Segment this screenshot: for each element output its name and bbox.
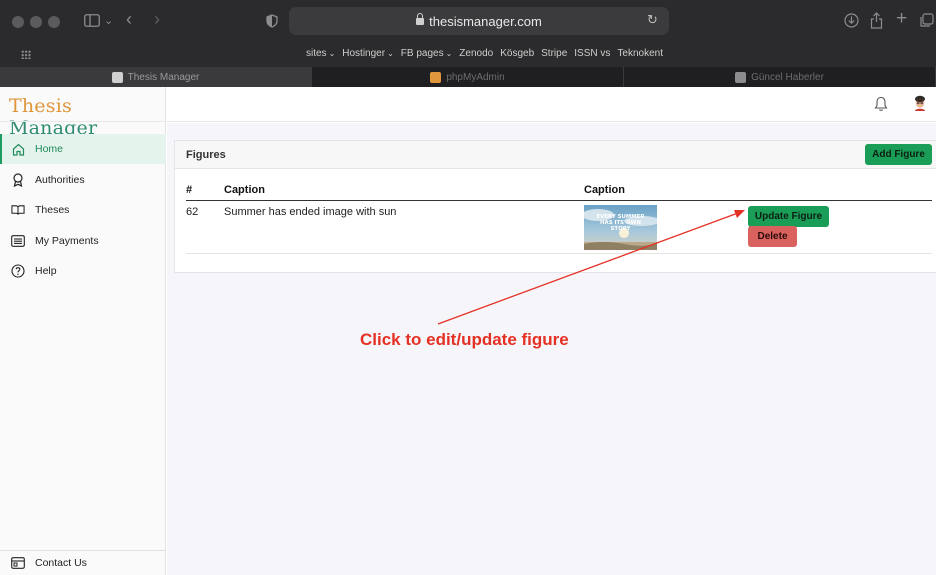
privacy-shield-icon[interactable] [266, 14, 278, 31]
reload-icon[interactable]: ↻ [647, 12, 658, 28]
column-header-image: Caption [584, 184, 625, 196]
address-bar[interactable]: thesismanager.com ↻ [289, 7, 669, 35]
figure-id: 62 [186, 206, 199, 218]
delete-figure-button[interactable]: Delete [748, 226, 797, 247]
chevron-down-icon: ⌄ [328, 49, 336, 58]
figure-thumbnail[interactable]: EVERY SUMMER HAS ITS OWN STORY [584, 205, 657, 250]
sidebar-item-my-payments[interactable]: My Payments [0, 226, 166, 256]
figures-card-header: Figures Add Figure [175, 141, 936, 169]
tab-label: Thesis Manager [127, 71, 200, 83]
add-figure-button[interactable]: Add Figure [865, 144, 932, 165]
brand-word-thesis: Thesis [9, 95, 72, 117]
new-tab-icon[interactable]: + [896, 9, 907, 28]
figures-card: Figures Add Figure # Caption Caption 62 … [174, 140, 936, 273]
browser-chrome: ⌄ ‹ › thesismanager.com ↻ + sites ⌄ Hostin… [0, 0, 936, 87]
bookmarks-bar: sites ⌄ Hostinger ⌄ FB pages ⌄ Zenodo Kösgeb Str… [0, 45, 936, 65]
column-header-number: # [186, 184, 193, 196]
table-header-divider [186, 200, 932, 201]
contact-us-label: Contact Us [35, 557, 87, 569]
figure-caption: Summer has ended image with sun [224, 206, 397, 218]
tab-label: phpMyAdmin [446, 71, 505, 83]
sidebar-toggle-icon[interactable] [84, 14, 100, 30]
bookmark-label: FB pages [400, 48, 444, 59]
sidebar: Thesis Manager Home Authorities Theses M… [0, 87, 166, 575]
chevron-down-icon: ⌄ [445, 49, 453, 58]
app-topbar [167, 87, 936, 122]
browser-tab[interactable]: Thesis Manager [0, 67, 312, 87]
chevron-down-icon: ⌄ [387, 49, 394, 58]
help-icon [11, 264, 25, 278]
table-row-divider [186, 253, 932, 254]
sidebar-item-home[interactable]: Home [0, 134, 166, 164]
tab-overview-icon[interactable] [919, 13, 934, 31]
lock-icon [416, 13, 425, 25]
forward-icon[interactable]: › [154, 10, 160, 28]
user-avatar[interactable] [912, 94, 928, 112]
bookmark-item[interactable]: sites ⌄ [306, 48, 335, 59]
tab-favicon-icon [735, 71, 747, 83]
sidebar-item-label: Home [35, 143, 64, 155]
sidebar-item-help[interactable]: Help [0, 256, 166, 286]
bookmark-label: Stripe [541, 48, 568, 59]
browser-toolbar: ⌄ ‹ › thesismanager.com ↻ + [0, 0, 936, 43]
sidebar-item-label: My Payments [35, 235, 99, 247]
window-minimize-button[interactable] [30, 16, 42, 28]
bookmark-list: sites ⌄ Hostinger ⌄ FB pages ⌄ Zenodo Kösgeb Str… [306, 48, 663, 59]
bookmark-item[interactable]: Stripe [541, 48, 567, 59]
sidebar-divider [0, 121, 166, 122]
update-figure-button[interactable]: Update Figure [748, 206, 829, 227]
annotation-label: Click to edit/update figure [360, 330, 569, 349]
award-icon [11, 173, 25, 187]
home-icon [11, 142, 25, 156]
contact-card-icon [11, 556, 25, 570]
thumbnail-line-3: STORY [611, 226, 631, 232]
apps-grid-icon[interactable] [21, 50, 31, 59]
share-icon[interactable] [870, 12, 883, 32]
sidebar-item-authorities[interactable]: Authorities [0, 165, 166, 195]
column-header-caption: Caption [224, 184, 265, 196]
notification-bell-icon[interactable] [874, 96, 888, 117]
sidebar-item-label: Help [35, 265, 57, 277]
window-zoom-button[interactable] [48, 16, 60, 28]
bookmark-item[interactable]: Zenodo [459, 48, 493, 59]
bookmark-item[interactable]: Kösgeb [500, 48, 534, 59]
bookmark-item[interactable]: Teknokent [617, 48, 663, 59]
browser-tab[interactable]: Güncel Haberler [624, 67, 936, 87]
bookmark-item[interactable]: Hostinger ⌄ [342, 48, 394, 59]
figures-title: Figures [186, 149, 226, 161]
book-icon [11, 203, 25, 217]
bookmark-label: Zenodo [459, 48, 494, 59]
bookmark-label: ISSN vs [574, 48, 611, 59]
bookmark-label: Teknokent [617, 48, 663, 59]
list-icon [11, 234, 25, 248]
window-close-button[interactable] [12, 16, 24, 28]
contact-us-link[interactable]: Contact Us [0, 550, 166, 575]
browser-tab[interactable]: phpMyAdmin [312, 67, 624, 87]
bookmark-label: Kösgeb [500, 48, 535, 59]
downloads-icon[interactable] [844, 13, 859, 31]
sidebar-item-label: Authorities [35, 174, 85, 186]
sidebar-menu-chevron-icon[interactable]: ⌄ [104, 14, 113, 29]
bookmark-label: Hostinger [342, 48, 386, 59]
bookmark-label: sites [306, 48, 327, 59]
tab-favicon-icon [430, 71, 442, 83]
sidebar-item-theses[interactable]: Theses [0, 195, 166, 225]
tab-bar: Thesis Manager phpMyAdmin Güncel Haberler [0, 67, 936, 87]
bookmark-item[interactable]: FB pages ⌄ [401, 48, 453, 59]
back-icon[interactable]: ‹ [126, 10, 132, 28]
tab-label: Güncel Haberler [751, 71, 824, 83]
tab-favicon-icon [111, 71, 123, 83]
sidebar-item-label: Theses [35, 204, 70, 216]
bookmark-item[interactable]: ISSN vs [574, 48, 610, 59]
url-text: thesismanager.com [429, 14, 542, 29]
brand-logo[interactable]: Thesis Manager [9, 95, 165, 139]
